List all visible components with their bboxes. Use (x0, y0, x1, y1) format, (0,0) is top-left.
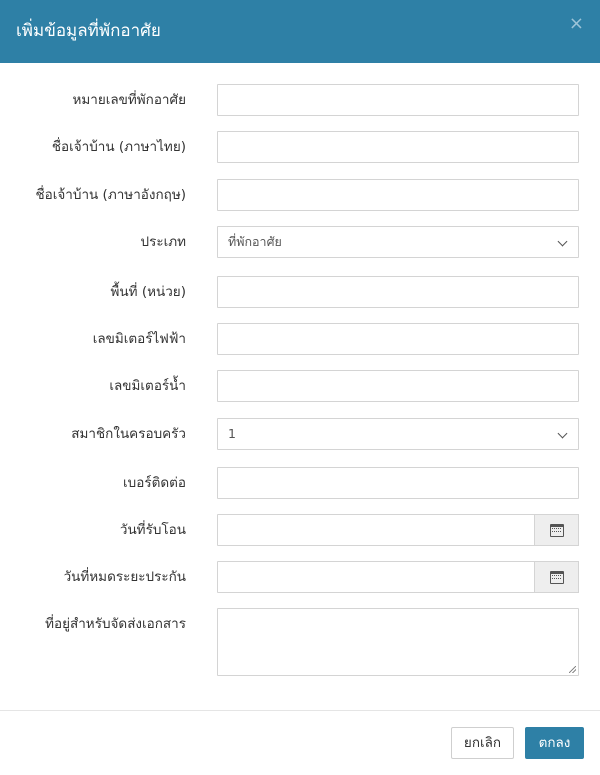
phone-input[interactable] (217, 467, 579, 499)
calendar-icon (550, 571, 564, 584)
family-members-select[interactable]: 1 (217, 418, 579, 450)
type-label: ประเภท (140, 234, 186, 250)
transfer-date-calendar-button[interactable] (534, 514, 579, 546)
form-row-electric-meter: เลขมิเตอร์ไฟฟ้า (0, 323, 600, 355)
transfer-date-label: วันที่รับโอน (119, 522, 186, 538)
chevron-down-icon (557, 428, 568, 439)
resize-grip-icon[interactable] (569, 666, 576, 673)
insurance-expiry-calendar-button[interactable] (534, 561, 579, 593)
residence-number-label: หมายเลขที่พักอาศัย (72, 92, 186, 108)
form-row-mailing-address: ที่อยู่สำหรับจัดส่งเอกสาร (0, 608, 600, 676)
modal-header: เพิ่มข้อมูลที่พักอาศัย × (0, 0, 600, 63)
residence-number-input[interactable] (217, 84, 579, 116)
owner-name-en-label: ชื่อเจ้าบ้าน (ภาษาอังกฤษ) (35, 187, 186, 203)
type-selected-value: ที่พักอาศัย (228, 234, 282, 249)
type-select[interactable]: ที่พักอาศัย (217, 226, 579, 258)
modal-title: เพิ่มข้อมูลที่พักอาศัย (16, 21, 161, 41)
form-row-family-members: สมาชิกในครอบครัว 1 (0, 418, 600, 450)
form-row-area: พื้นที่ (หน่วย) (0, 276, 600, 308)
family-members-label: สมาชิกในครอบครัว (71, 426, 186, 442)
insurance-expiry-label: วันที่หมดระยะประกัน (63, 569, 186, 585)
form-row-insurance-expiry: วันที่หมดระยะประกัน (0, 561, 600, 593)
area-label: พื้นที่ (หน่วย) (110, 284, 186, 300)
owner-name-en-input[interactable] (217, 179, 579, 211)
owner-name-th-input[interactable] (217, 131, 579, 163)
form-row-phone: เบอร์ติดต่อ (0, 467, 600, 499)
mailing-address-label: ที่อยู่สำหรับจัดส่งเอกสาร (45, 616, 186, 632)
calendar-icon (550, 524, 564, 537)
family-members-selected-value: 1 (228, 426, 236, 441)
form-row-residence-number: หมายเลขที่พักอาศัย (0, 84, 600, 116)
owner-name-th-label: ชื่อเจ้าบ้าน (ภาษาไทย) (51, 139, 186, 155)
form-row-type: ประเภท ที่พักอาศัย (0, 226, 600, 258)
add-residence-modal: เพิ่มข้อมูลที่พักอาศัย × หมายเลขที่พักอา… (0, 0, 600, 775)
transfer-date-input[interactable] (217, 514, 535, 546)
insurance-expiry-input[interactable] (217, 561, 535, 593)
form-row-owner-name-en: ชื่อเจ้าบ้าน (ภาษาอังกฤษ) (0, 179, 600, 211)
electric-meter-label: เลขมิเตอร์ไฟฟ้า (92, 331, 186, 347)
phone-label: เบอร์ติดต่อ (123, 475, 186, 491)
form-row-water-meter: เลขมิเตอร์น้ำ (0, 370, 600, 402)
water-meter-label: เลขมิเตอร์น้ำ (109, 378, 186, 394)
cancel-button[interactable]: ยกเลิก (451, 727, 514, 759)
form-row-transfer-date: วันที่รับโอน (0, 514, 600, 546)
close-button[interactable]: × (569, 14, 584, 34)
area-input[interactable] (217, 276, 579, 308)
electric-meter-input[interactable] (217, 323, 579, 355)
ok-button[interactable]: ตกลง (525, 727, 584, 759)
mailing-address-textarea[interactable] (217, 608, 579, 676)
form-row-owner-name-th: ชื่อเจ้าบ้าน (ภาษาไทย) (0, 131, 600, 163)
water-meter-input[interactable] (217, 370, 579, 402)
modal-footer: ยกเลิก ตกลง (0, 710, 600, 775)
chevron-down-icon (557, 236, 568, 247)
